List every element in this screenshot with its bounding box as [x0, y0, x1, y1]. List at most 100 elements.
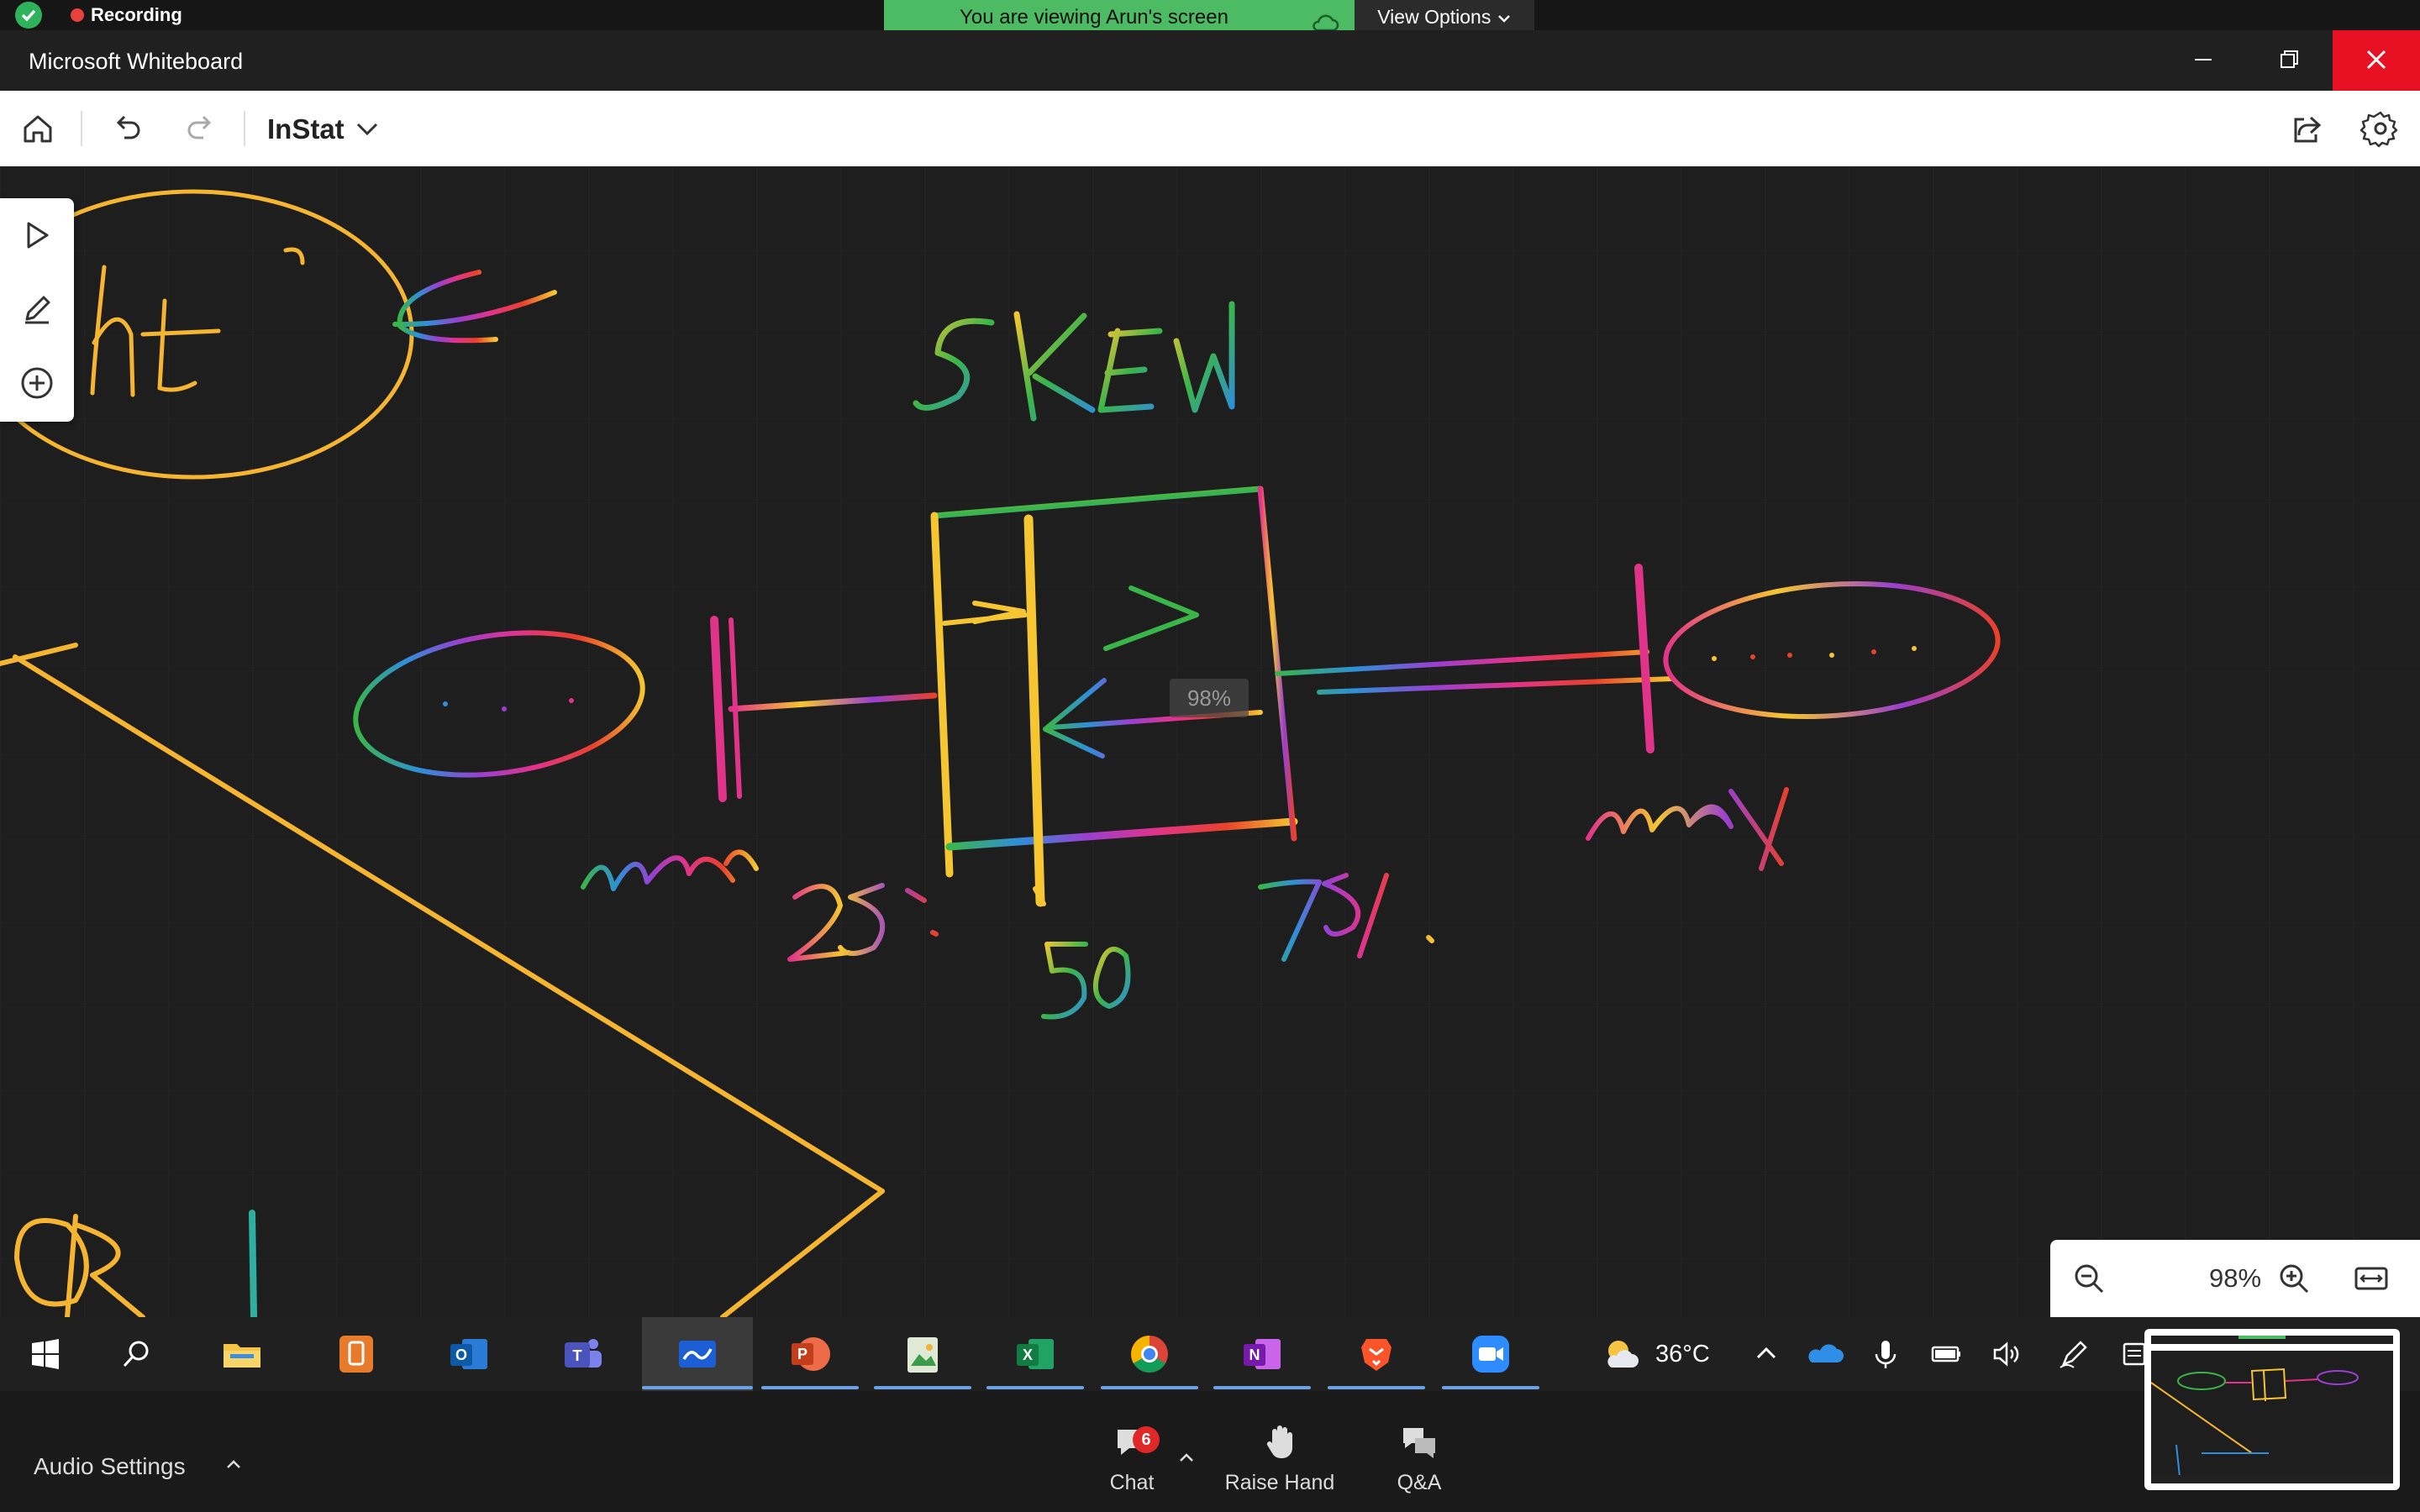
minimize-icon: [2195, 59, 2212, 60]
battery-tray[interactable]: [1921, 1329, 1971, 1379]
whiteboard-icon: [679, 1341, 716, 1368]
volume-tray[interactable]: [1981, 1329, 2032, 1379]
microphone-tray[interactable]: [1860, 1329, 1911, 1379]
running-indicator: [761, 1386, 859, 1389]
photos-app-icon: [908, 1337, 938, 1373]
gear-icon: [2360, 111, 2398, 148]
pen-icon: [25, 296, 50, 324]
start-button[interactable]: [20, 1329, 71, 1379]
taskbar-teams[interactable]: T: [558, 1329, 608, 1379]
active-indicator: [642, 1386, 753, 1389]
chevron-down-icon[interactable]: [355, 121, 380, 138]
taskbar-onenote[interactable]: N: [1237, 1329, 1287, 1379]
whiteboard-canvas[interactable]: 98%: [0, 166, 2420, 1317]
svg-text:N: N: [1249, 1347, 1260, 1363]
pen-menu-icon: [2060, 1341, 2087, 1368]
taskbar-whiteboard[interactable]: [672, 1329, 723, 1379]
taskbar-search[interactable]: [111, 1329, 161, 1379]
taskbar-zoom[interactable]: [1465, 1329, 1516, 1379]
chevron-up-icon: [1756, 1347, 1776, 1359]
settings-button[interactable]: [2360, 108, 2402, 150]
zoom-in-icon: [2280, 1264, 2309, 1294]
taskbar-contacts-app[interactable]: [331, 1329, 381, 1379]
home-button[interactable]: [17, 108, 59, 150]
windows-icon: [32, 1339, 59, 1369]
search-icon: [123, 1341, 149, 1368]
undo-icon: [116, 115, 140, 139]
svg-text:O: O: [455, 1347, 467, 1363]
svg-text:T: T: [573, 1347, 582, 1364]
board-name[interactable]: InStat: [267, 111, 345, 148]
zoom-overlay: 98%: [1170, 679, 1249, 717]
outlook-icon: O: [450, 1339, 487, 1369]
qa-bubbles-icon: [1403, 1428, 1435, 1458]
tool-palette: [0, 198, 74, 422]
zoom-controls-bar: Audio Settings Chat 6 Raise Hand Q&A: [0, 1329, 2420, 1512]
recording-label: Recording: [91, 4, 182, 25]
speaker-icon: [1993, 1341, 2019, 1367]
add-button[interactable]: [15, 361, 59, 405]
fit-width-icon: [2354, 1267, 2388, 1290]
taskbar-powerpoint[interactable]: P: [785, 1329, 835, 1379]
cloud-icon: [1311, 8, 1339, 32]
app-title: Microsoft Whiteboard: [29, 49, 244, 74]
taskbar-file-explorer[interactable]: [217, 1329, 267, 1379]
weather-widget[interactable]: [1597, 1329, 1647, 1379]
fit-to-screen-button[interactable]: [2351, 1258, 2391, 1299]
thumbnail-preview: [2151, 1336, 2393, 1483]
svg-text:X: X: [1023, 1347, 1033, 1363]
running-indicator: [874, 1386, 971, 1389]
zoom-app-icon: [1472, 1336, 1509, 1373]
share-button[interactable]: [2286, 108, 2328, 150]
qa-label: Q&A: [1397, 1471, 1442, 1494]
restore-button[interactable]: [2245, 30, 2333, 91]
raise-hand-label: Raise Hand: [1224, 1471, 1335, 1494]
chrome-icon: [1131, 1336, 1168, 1373]
weather-temperature[interactable]: 36°C: [1655, 1337, 1710, 1371]
qa-button[interactable]: Q&A: [1356, 1421, 1482, 1495]
zoom-out-button[interactable]: [2069, 1258, 2109, 1299]
share-icon: [2294, 116, 2322, 143]
zoom-in-button[interactable]: [2274, 1258, 2314, 1299]
running-indicator: [1328, 1386, 1425, 1389]
shield-icon: [15, 2, 42, 29]
chevron-up-icon[interactable]: [224, 1455, 244, 1475]
excel-icon: X: [1017, 1339, 1054, 1369]
onedrive-tray[interactable]: [1800, 1329, 1850, 1379]
close-button[interactable]: [2333, 30, 2420, 91]
powerpoint-icon: P: [792, 1337, 830, 1371]
folder-icon: [224, 1344, 260, 1368]
shared-screen-thumbnail[interactable]: [2144, 1329, 2400, 1490]
contacts-app-icon: [339, 1336, 373, 1373]
toolbar-divider: [81, 111, 82, 146]
pen-menu-tray[interactable]: [2049, 1329, 2099, 1379]
plus-circle-icon: [21, 367, 53, 399]
zoom-control: 98%: [2050, 1240, 2420, 1317]
teams-icon: T: [565, 1339, 602, 1368]
minimize-button[interactable]: [2160, 30, 2247, 91]
weather-sun-cloud-icon: [1607, 1341, 1639, 1368]
redo-button[interactable]: [180, 108, 222, 150]
chat-label: Chat: [1109, 1471, 1155, 1494]
running-indicator: [1101, 1386, 1198, 1389]
taskbar-brave[interactable]: [1351, 1329, 1402, 1379]
taskbar-photos[interactable]: [897, 1329, 948, 1379]
audio-settings-button[interactable]: Audio Settings: [34, 1450, 186, 1483]
raise-hand-button[interactable]: Raise Hand: [1217, 1421, 1343, 1495]
pen-tool-button[interactable]: [15, 287, 59, 331]
chevron-up-icon[interactable]: [1176, 1448, 1197, 1468]
taskbar-excel[interactable]: X: [1010, 1329, 1060, 1379]
whiteboard-toolbar: InStat: [0, 91, 2420, 167]
onedrive-cloud-icon: [1808, 1344, 1844, 1362]
battery-icon: [1931, 1346, 1960, 1362]
taskbar-chrome[interactable]: [1124, 1329, 1175, 1379]
undo-button[interactable]: [106, 108, 148, 150]
select-tool-button[interactable]: [15, 213, 59, 257]
show-hidden-icons-button[interactable]: [1741, 1329, 1791, 1379]
taskbar-outlook[interactable]: O: [444, 1329, 494, 1379]
chat-unread-badge: 6: [1133, 1426, 1160, 1453]
view-options-label: View Options: [1377, 6, 1491, 28]
brave-lion-icon: [1361, 1339, 1392, 1371]
redo-icon: [187, 115, 212, 139]
home-icon: [24, 115, 52, 143]
